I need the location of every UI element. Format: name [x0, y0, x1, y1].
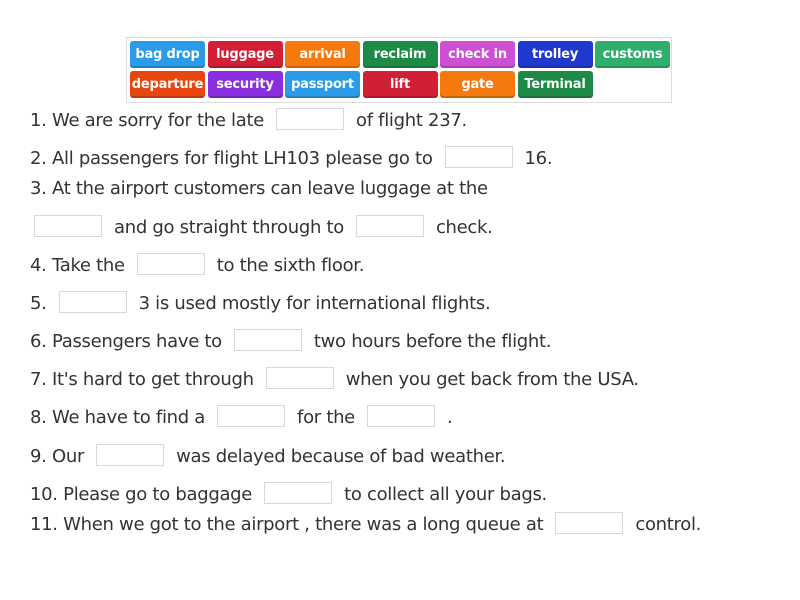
sentence-line: 9. Our was delayed because of bad weather… [30, 444, 506, 468]
answer-drop-zone-3[interactable] [34, 215, 102, 237]
sentence-line: 7. It's hard to get through when you get … [30, 367, 639, 391]
word-tile-reclaim[interactable]: reclaim [362, 41, 438, 68]
sentence-text: 6. Passengers have to [30, 331, 222, 352]
sentence-text: 10. Please go to baggage [30, 484, 253, 505]
sentence-text: to the sixth floor. [216, 255, 365, 276]
sentence-line: and go straight through to check. [30, 215, 493, 239]
answer-drop-zone-6[interactable] [58, 291, 127, 313]
answer-drop-zone-13[interactable] [555, 512, 624, 534]
word-tile-security[interactable]: security [207, 71, 283, 98]
sentence-text: 8. We have to find a [30, 407, 206, 428]
sentence-text: when you get back from the USA. [345, 369, 639, 390]
sentence-line: 11. When we got to the airport , there w… [30, 512, 702, 536]
word-tile-passport[interactable]: passport [285, 71, 360, 98]
sentence-text: . [446, 407, 453, 428]
sentence-text: of flight 237. [356, 110, 467, 131]
sentence-line: 6. Passengers have to two hours before th… [30, 329, 552, 353]
word-tile-luggage[interactable]: luggage [207, 41, 283, 68]
word-bank: bag drop luggage arrival reclaim check in tro… [126, 37, 672, 103]
word-tile-check-in[interactable]: check in [440, 41, 515, 68]
sentence-text: to collect all your bags. [344, 484, 547, 505]
answer-drop-zone-7[interactable] [233, 329, 302, 351]
answer-drop-zone-4[interactable] [355, 215, 424, 237]
sentence-line: 10. Please go to baggage to collect all y… [30, 482, 547, 506]
word-tile-customs[interactable]: customs [595, 41, 670, 68]
answer-drop-zone-2[interactable] [444, 146, 513, 168]
sentence-line: 2. All passengers for flight LH103 pleas… [30, 146, 553, 170]
answer-drop-zone-8[interactable] [265, 367, 334, 389]
word-tile-arrival[interactable]: arrival [285, 41, 360, 68]
sentence-text: 4. Take the [30, 255, 125, 276]
word-tile-gate[interactable]: gate [440, 71, 515, 98]
sentence-text: 16. [524, 148, 553, 169]
sentence-text: 3 is used mostly for international fligh… [138, 293, 491, 314]
sentence-text: two hours before the flight. [313, 331, 552, 352]
sentence-text: and go straight through to [114, 217, 344, 238]
sentence-text: 1. We are sorry for the late [30, 110, 265, 131]
word-tile-trolley[interactable]: trolley [517, 41, 593, 68]
answer-drop-zone-11[interactable] [96, 444, 165, 466]
answer-drop-zone-1[interactable] [276, 108, 345, 130]
sentence-text: 5. [30, 293, 47, 314]
answer-drop-zone-9[interactable] [217, 405, 286, 427]
sentence-text: check. [435, 217, 493, 238]
answer-drop-zone-12[interactable] [264, 482, 333, 504]
sentence-text: was delayed because of bad weather. [176, 446, 506, 467]
word-tile-bag-drop[interactable]: bag drop [130, 41, 205, 68]
sentence-text: 7. It's hard to get through [30, 369, 254, 390]
sentence-line: 5. 3 is used mostly for international fli… [30, 291, 491, 315]
answer-drop-zone-10[interactable] [366, 405, 435, 427]
word-tile-lift[interactable]: lift [362, 71, 438, 98]
sentence-text: 11. When we got to the airport , there w… [30, 514, 544, 535]
sentence-line: 3. At the airport customers can leave lu… [30, 178, 488, 199]
sentence-line: 8. We have to find a for the. [30, 405, 453, 429]
sentence-text: for the [297, 407, 355, 428]
sentence-text: 3. At the airport customers can leave lu… [30, 178, 488, 199]
sentence-text: control. [635, 514, 702, 535]
answer-drop-zone-5[interactable] [136, 253, 205, 275]
sentence-line: 1. We are sorry for the late of flight 23… [30, 108, 467, 132]
word-tile-terminal[interactable]: Terminal [517, 71, 593, 98]
word-tile-departure[interactable]: departure [130, 71, 205, 98]
sentence-text: 2. All passengers for flight LH103 pleas… [30, 148, 433, 169]
sentence-line: 4. Take the to the sixth floor. [30, 253, 365, 277]
sentence-text: 9. Our [30, 446, 85, 467]
